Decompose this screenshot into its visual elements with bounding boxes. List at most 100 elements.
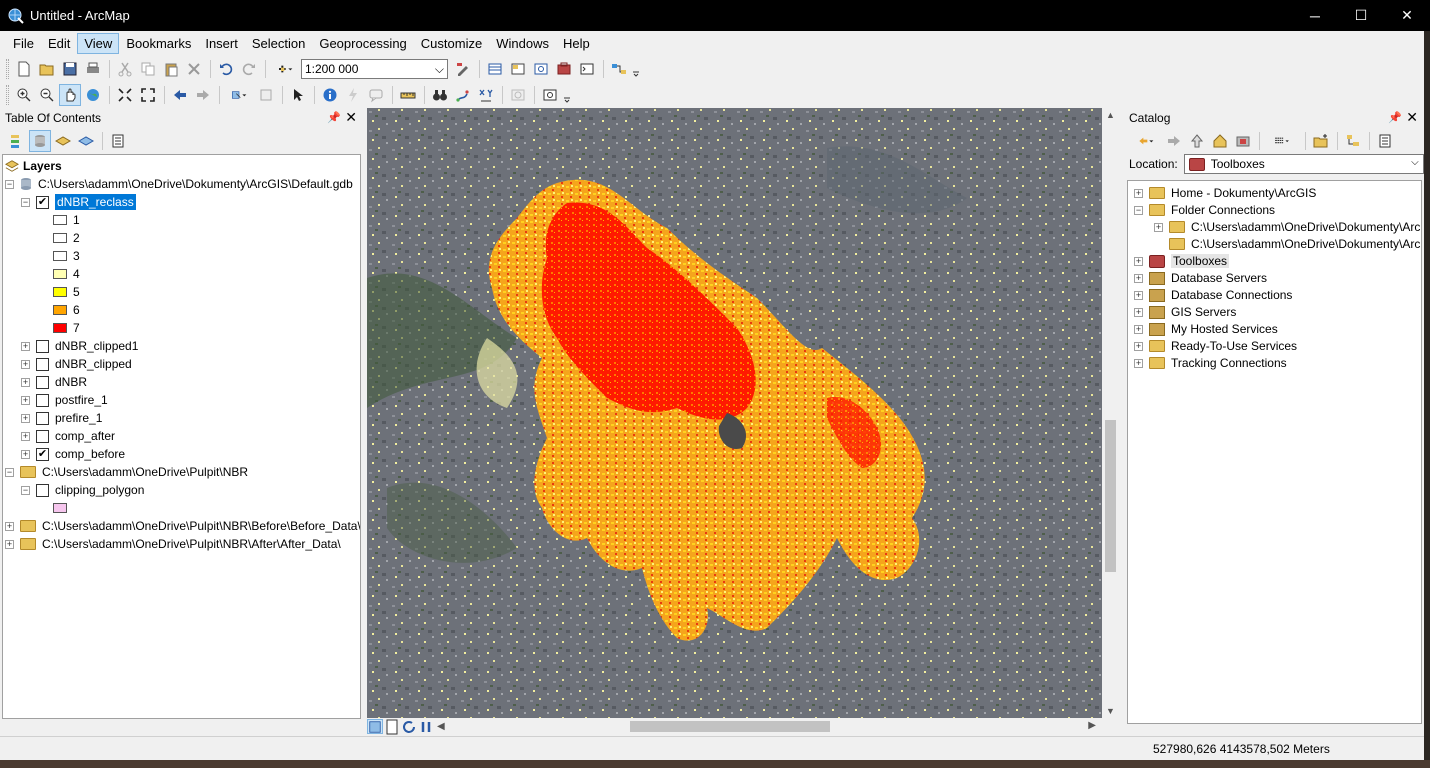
fixed-zoom-in-icon[interactable] [114,84,136,106]
redo-icon[interactable] [238,58,260,80]
toc-layer-comp-before[interactable]: + ✔ comp_before [21,445,125,463]
delete-icon[interactable] [183,58,205,80]
toolbar-grip[interactable] [6,85,9,105]
python-window-icon[interactable] [576,58,598,80]
expand-icon[interactable]: + [1134,358,1143,368]
html-popup-icon[interactable] [365,84,387,106]
add-data-icon[interactable] [270,58,300,80]
layout-view-icon[interactable] [384,719,400,734]
menu-bookmarks[interactable]: Bookmarks [119,33,198,54]
scroll-left-icon[interactable]: ◀ [437,721,445,732]
toolbar-options-icon[interactable] [631,58,641,80]
layer-visibility-checkbox[interactable] [36,429,49,443]
select-features-icon[interactable] [224,84,254,106]
catalog-item-folder-connection[interactable]: + C:\Users\adamm\OneDrive\Dokumenty\ArcGI… [1154,218,1421,236]
catalog-options-icon[interactable] [1374,130,1396,152]
layer-visibility-checkbox[interactable] [36,375,49,389]
layer-visibility-checkbox[interactable]: ✔ [36,447,49,461]
time-slider-icon[interactable] [507,84,529,106]
toc-after-folder-source[interactable]: + C:\Users\adamm\OneDrive\Pulpit\NBR\Afte… [5,535,341,553]
expand-icon[interactable]: + [21,431,30,441]
print-icon[interactable] [82,58,104,80]
connect-to-folder-icon[interactable] [1232,130,1254,152]
scroll-down-icon[interactable]: ▼ [1106,706,1115,716]
layer-visibility-checkbox[interactable] [36,393,49,407]
expand-icon[interactable]: + [1154,222,1163,232]
undo-icon[interactable] [215,58,237,80]
toc-before-folder-source[interactable]: + C:\Users\adamm\OneDrive\Pulpit\NBR\Befo… [5,517,360,535]
expand-icon[interactable]: + [1134,290,1143,300]
back-arrow-icon[interactable] [169,84,191,106]
menu-customize[interactable]: Customize [414,33,489,54]
layer-visibility-checkbox[interactable]: ✔ [36,195,49,209]
toc-layer-prefire[interactable]: + prefire_1 [21,409,102,427]
copy-icon[interactable] [137,58,159,80]
expand-icon[interactable]: + [5,539,14,549]
toc-layer-dnbr-clipped1[interactable]: + dNBR_clipped1 [21,337,138,355]
map-vertical-scrollbar[interactable]: ▲ ▼ [1102,108,1119,718]
catalog-item-tracking-connections[interactable]: + Tracking Connections [1134,354,1287,372]
list-by-drawing-order-icon[interactable] [6,130,28,152]
go-to-xy-icon[interactable] [475,84,497,106]
list-by-selection-icon[interactable] [75,130,97,152]
menu-edit[interactable]: Edit [41,33,77,54]
expand-icon[interactable]: + [21,413,30,423]
catalog-item-folder-connection[interactable]: C:\Users\adamm\OneDrive\Dokumenty\ArcGIS [1169,235,1421,253]
map-display[interactable] [367,108,1102,718]
catalog-window-icon[interactable] [507,58,529,80]
measure-icon[interactable] [397,84,419,106]
toc-layer-postfire[interactable]: + postfire_1 [21,391,108,409]
identify-icon[interactable] [319,84,341,106]
table-of-contents-icon[interactable] [484,58,506,80]
close-window-button[interactable]: ✕ [1384,0,1430,31]
expand-icon[interactable]: + [1134,341,1143,351]
expand-icon[interactable]: + [21,377,30,387]
find-binoculars-icon[interactable] [429,84,451,106]
find-route-icon[interactable] [452,84,474,106]
search-window-icon[interactable] [530,58,552,80]
expand-icon[interactable]: + [5,521,14,531]
toc-layer-dnbr-reclass[interactable]: − ✔ dNBR_reclass [21,193,136,211]
scroll-right-icon[interactable]: ▶ [1088,720,1096,731]
layers-root[interactable]: Layers [5,157,62,175]
catalog-tree-icon[interactable] [1342,130,1364,152]
cut-icon[interactable] [114,58,136,80]
toc-layer-dnbr[interactable]: + dNBR [21,373,87,391]
save-icon[interactable] [59,58,81,80]
collapse-icon[interactable]: − [5,179,14,189]
pause-drawing-icon[interactable] [418,719,434,734]
refresh-icon[interactable] [401,719,417,734]
location-dropdown[interactable]: Toolboxes ⌵ [1183,154,1424,174]
expand-icon[interactable]: + [1134,307,1143,317]
menu-selection[interactable]: Selection [245,33,312,54]
toc-nbr-folder-source[interactable]: − C:\Users\adamm\OneDrive\Pulpit\NBR [5,463,248,481]
menu-windows[interactable]: Windows [489,33,556,54]
fixed-zoom-out-icon[interactable] [137,84,159,106]
catalog-item-gis-servers[interactable]: + GIS Servers [1134,303,1236,321]
list-by-source-icon[interactable] [29,129,51,152]
data-view-icon[interactable] [367,719,383,734]
list-by-visibility-icon[interactable] [52,130,74,152]
back-arrow-icon[interactable] [1130,130,1162,152]
layer-visibility-checkbox[interactable] [36,483,49,497]
new-document-icon[interactable] [13,58,35,80]
views-icon[interactable] [1264,130,1300,152]
forward-arrow-icon[interactable] [1163,130,1185,152]
editor-toolbar-icon[interactable] [452,58,474,80]
expand-icon[interactable]: + [1134,188,1143,198]
zoom-in-icon[interactable] [13,84,35,106]
collapse-icon[interactable]: − [1134,205,1143,215]
expand-icon[interactable]: + [21,359,30,369]
toolbar-options-icon[interactable] [562,84,572,106]
collapse-icon[interactable]: − [21,485,30,495]
menu-geoprocessing[interactable]: Geoprocessing [312,33,413,54]
paste-icon[interactable] [160,58,182,80]
collapse-icon[interactable]: − [5,467,14,477]
menu-help[interactable]: Help [556,33,597,54]
home-icon[interactable] [1209,130,1231,152]
expand-icon[interactable]: + [21,449,30,459]
catalog-item-database-connections[interactable]: + Database Connections [1134,286,1292,304]
menu-view[interactable]: View [77,33,120,54]
up-one-level-icon[interactable] [1186,130,1208,152]
map-scale-dropdown[interactable]: 1:200 000 ⌵ [301,59,448,79]
